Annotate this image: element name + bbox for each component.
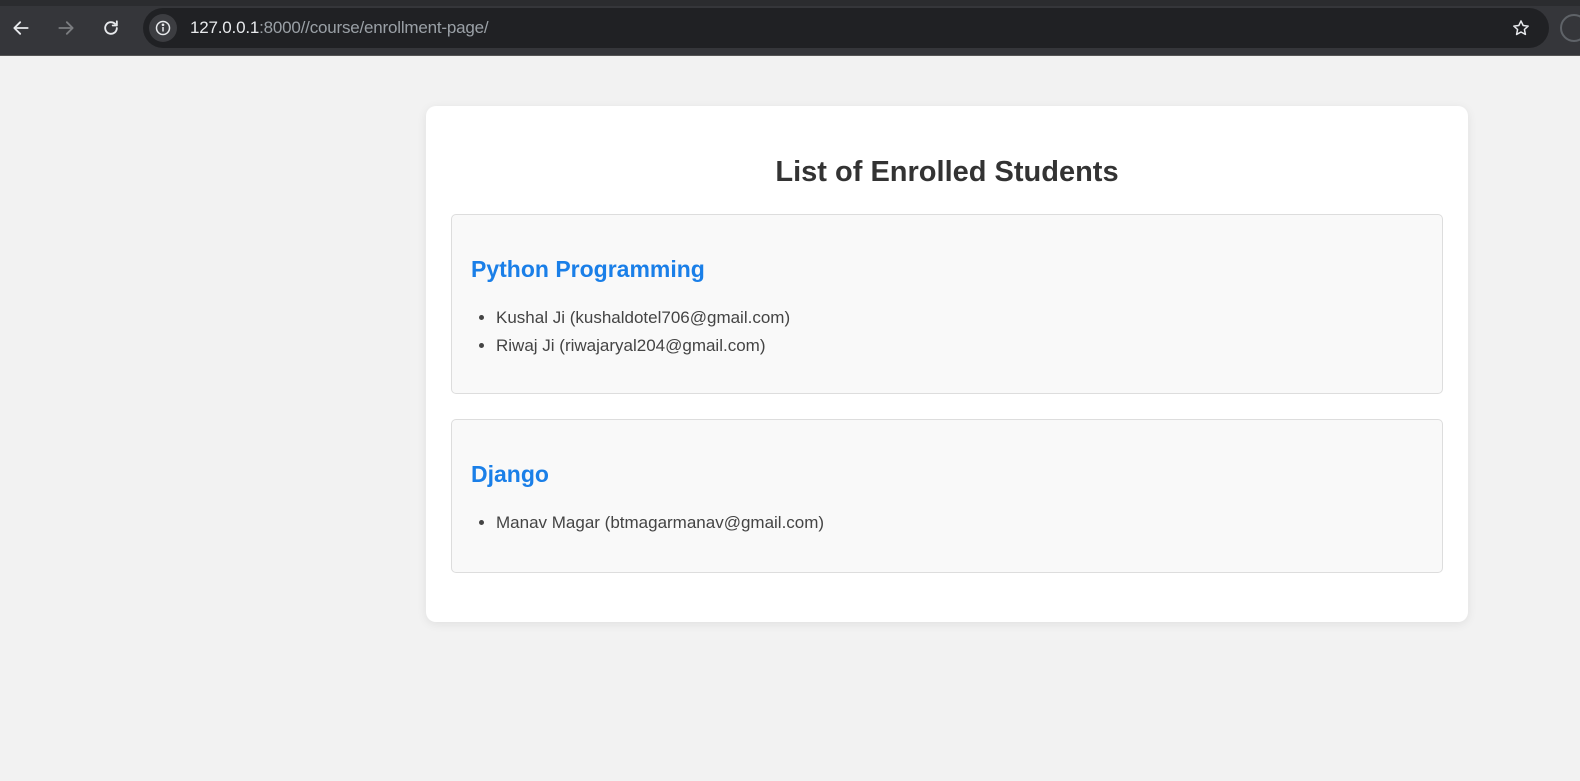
info-icon [155,20,171,36]
url-text[interactable]: 127.0.0.1:8000//course/enrollment-page/ [190,18,489,38]
arrow-right-icon [58,21,74,35]
page-title: List of Enrolled Students [775,156,1119,188]
bookmark-button[interactable] [1509,16,1533,40]
back-button[interactable] [5,12,37,44]
list-item: Riwaj Ji (riwajaryal204@gmail.com) [496,332,790,360]
star-icon [1513,20,1529,36]
url-host: 127.0.0.1 [190,18,260,37]
course-section: Django Manav Magar (btmagarmanav@gmail.c… [451,419,1443,573]
reload-icon [104,20,118,35]
tab-strip [0,0,1580,6]
site-info-button[interactable] [149,14,177,42]
forward-button[interactable] [50,12,82,44]
course-section: Python Programming Kushal Ji (kushaldote… [451,214,1443,394]
arrow-left-icon [13,21,29,35]
course-title: Django [471,461,549,487]
address-bar[interactable]: 127.0.0.1:8000//course/enrollment-page/ [143,8,1549,48]
profile-avatar[interactable] [1560,14,1580,42]
student-list: Manav Magar (btmagarmanav@gmail.com) [477,509,824,537]
url-path: :8000//course/enrollment-page/ [259,18,489,37]
list-item: Manav Magar (btmagarmanav@gmail.com) [496,509,824,537]
list-item: Kushal Ji (kushaldotel706@gmail.com) [496,304,790,332]
reload-button[interactable] [95,12,127,44]
browser-toolbar: 127.0.0.1:8000//course/enrollment-page/ [0,0,1580,56]
student-list: Kushal Ji (kushaldotel706@gmail.com) Riw… [477,304,790,360]
course-title: Python Programming [471,256,705,282]
enrollment-card: List of Enrolled Students Python Program… [426,106,1468,622]
